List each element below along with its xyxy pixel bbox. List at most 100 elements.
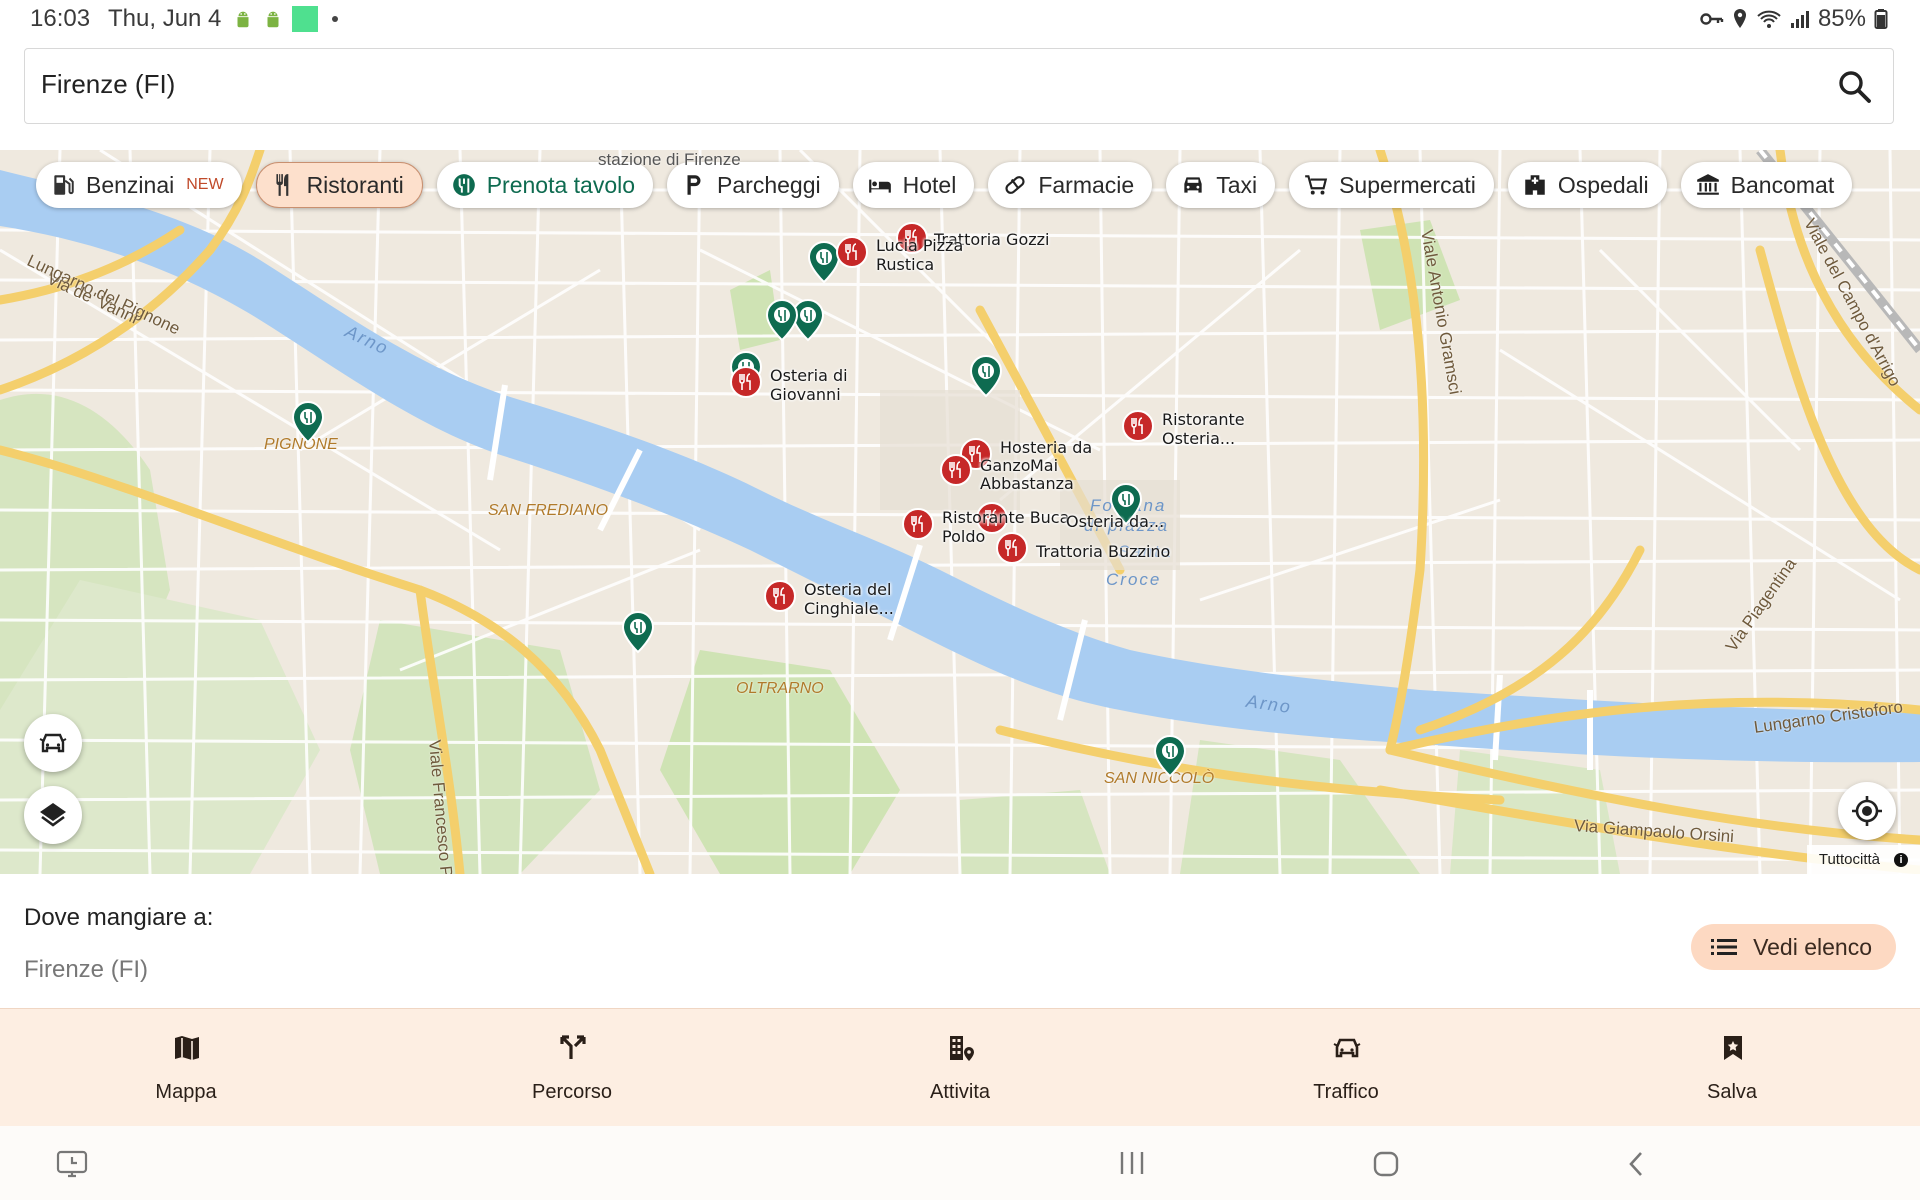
- car-icon: [39, 733, 67, 753]
- reserve-pin[interactable]: [290, 400, 326, 444]
- nav-label: Salva: [1706, 1081, 1758, 1103]
- bottom-navigation: Mappa Percorso Attivita Traffico Salva: [0, 1008, 1920, 1127]
- layers-button[interactable]: [24, 786, 82, 844]
- place-label[interactable]: Osteria del: [804, 580, 891, 599]
- screen-record-icon[interactable]: [56, 1150, 88, 1178]
- recents-icon[interactable]: [1118, 1150, 1146, 1176]
- category-chips: Benzinai NEW Ristoranti Prenota tavolo P…: [36, 162, 1853, 208]
- results-summary: Dove mangiare a: Firenze (FI) Vedi elenc…: [0, 874, 1920, 1008]
- back-icon[interactable]: [1626, 1150, 1646, 1178]
- reserve-pin[interactable]: [764, 298, 800, 342]
- place-label[interactable]: Ristorante: [1162, 410, 1245, 429]
- chip-hotel[interactable]: Hotel: [852, 162, 975, 208]
- fuel-icon: [54, 175, 74, 195]
- reserve-table-icon: [452, 174, 475, 196]
- nav-mappa[interactable]: Mappa: [86, 1009, 286, 1127]
- place-label[interactable]: Giovanni: [770, 385, 841, 404]
- place-label[interactable]: Lucia Pizza: [876, 236, 963, 255]
- bookmark-icon: [1724, 1036, 1742, 1060]
- info-icon[interactable]: i: [1894, 852, 1908, 867]
- nav-attivita[interactable]: Attivita: [860, 1009, 1060, 1127]
- place-label[interactable]: Ganzo: [980, 456, 1031, 475]
- restaurant-pin[interactable]: [994, 530, 1030, 566]
- chip-label: Hotel: [902, 171, 957, 198]
- chip-label: Parcheggi: [717, 171, 821, 198]
- chip-ristoranti[interactable]: Ristoranti: [255, 162, 423, 208]
- map-view[interactable]: Benzinai NEW Ristoranti Prenota tavolo P…: [0, 150, 1920, 874]
- home-icon[interactable]: [1372, 1150, 1400, 1178]
- place-label[interactable]: Ristorante Buca: [942, 508, 1069, 527]
- chip-taxi[interactable]: Taxi: [1166, 162, 1276, 208]
- reserve-pin[interactable]: [968, 354, 1004, 398]
- my-location-button[interactable]: [1838, 782, 1896, 840]
- battery-percent: 85%: [1817, 5, 1866, 32]
- status-bar: 16:03 Thu, Jun 4 85%: [0, 0, 1920, 36]
- chip-benzinai[interactable]: Benzinai NEW: [36, 162, 242, 208]
- battery-icon: [1874, 9, 1888, 29]
- area-label: SAN FREDIANO: [488, 502, 609, 519]
- vpn-key-icon: [1700, 13, 1724, 25]
- view-list-button[interactable]: Vedi elenco: [1691, 924, 1896, 970]
- restaurant-pin[interactable]: [834, 234, 870, 270]
- reserve-pin[interactable]: [620, 610, 656, 654]
- signal-icon: [1790, 11, 1809, 28]
- place-label[interactable]: Cinghiale...: [804, 599, 894, 618]
- place-label[interactable]: Poldo: [942, 527, 985, 546]
- chip-label: Prenota tavolo: [486, 171, 636, 198]
- chip-label: Ospedali: [1557, 171, 1649, 198]
- place-label[interactable]: Trattoria Buzzino: [1036, 542, 1170, 561]
- search-bar[interactable]: Firenze (FI): [24, 48, 1894, 124]
- map-attribution: Tuttocittà i: [1806, 845, 1920, 874]
- place-label[interactable]: Abbastanza: [980, 474, 1074, 493]
- restaurant-pin[interactable]: [900, 506, 936, 542]
- route-icon: [560, 1035, 586, 1059]
- chip-farmacie[interactable]: Farmacie: [988, 162, 1153, 208]
- nav-label: Mappa: [155, 1081, 217, 1103]
- place-label[interactable]: Osteria da...: [1066, 512, 1164, 531]
- traffic-car-icon: [1333, 1038, 1361, 1058]
- attribution-text: Tuttocittà: [1818, 851, 1880, 868]
- restaurant-pin[interactable]: [1120, 408, 1156, 444]
- results-heading: Dove mangiare a:: [24, 904, 214, 931]
- taxi-icon: [1184, 177, 1202, 193]
- place-label[interactable]: Rustica: [876, 255, 934, 274]
- status-time: 16:03: [30, 5, 91, 32]
- place-label[interactable]: Osteria...: [1162, 429, 1235, 448]
- place-label[interactable]: Osteria di: [770, 366, 848, 385]
- nav-label: Percorso: [531, 1081, 613, 1103]
- chip-label: Farmacie: [1038, 171, 1135, 198]
- restaurant-pin[interactable]: [938, 452, 974, 488]
- search-input[interactable]: Firenze (FI): [41, 69, 175, 100]
- nav-percorso[interactable]: Percorso: [472, 1009, 672, 1127]
- parking-icon: [687, 175, 701, 195]
- cart-icon: [1305, 175, 1328, 195]
- app-notification-icon: [292, 6, 318, 32]
- place-label[interactable]: Mai: [1030, 456, 1058, 475]
- restaurant-pin[interactable]: [762, 578, 798, 614]
- restaurant-pin[interactable]: [728, 364, 764, 400]
- chip-bancomat[interactable]: Bancomat: [1680, 162, 1853, 208]
- view-list-label: Vedi elenco: [1753, 933, 1872, 960]
- chip-label: Bancomat: [1730, 171, 1835, 198]
- bed-icon: [868, 179, 891, 193]
- map-icon: [175, 1036, 199, 1060]
- status-date: Thu, Jun 4: [108, 5, 222, 32]
- hospital-icon: [1525, 175, 1545, 195]
- nav-traffico[interactable]: Traffico: [1246, 1009, 1446, 1127]
- chip-supermercati[interactable]: Supermercati: [1289, 162, 1494, 208]
- layers-icon: [40, 803, 66, 827]
- system-navigation-bar: [0, 1126, 1920, 1200]
- traffic-toggle-button[interactable]: [24, 714, 82, 772]
- search-icon[interactable]: [1835, 67, 1875, 107]
- reserve-pin[interactable]: [1152, 734, 1188, 778]
- bank-icon: [1696, 174, 1719, 195]
- station-label: stazione di Firenze: [598, 150, 741, 169]
- place-label[interactable]: Hosteria da: [1000, 438, 1092, 457]
- nav-salva[interactable]: Salva: [1632, 1009, 1832, 1127]
- business-icon: [950, 1036, 974, 1061]
- pill-icon: [1005, 176, 1025, 194]
- chip-ospedali[interactable]: Ospedali: [1507, 162, 1667, 208]
- results-location: Firenze (FI): [24, 956, 149, 983]
- landmark-label: Croce: [1106, 570, 1162, 589]
- chip-label: Ristoranti: [306, 171, 404, 198]
